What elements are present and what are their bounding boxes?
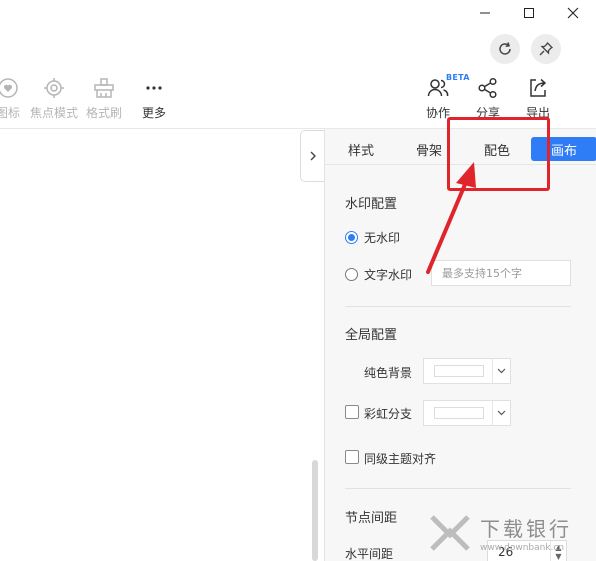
more-dots-icon: [143, 76, 165, 100]
close-icon: [567, 7, 579, 19]
pin-button[interactable]: [531, 34, 561, 64]
chevron-down-icon: [492, 359, 510, 383]
section-divider: [345, 488, 571, 489]
radio-label: 无水印: [364, 231, 401, 245]
toolbar-export-button[interactable]: 导出: [508, 76, 568, 121]
section-divider: [345, 306, 571, 307]
no-watermark-radio[interactable]: 无水印: [345, 229, 400, 246]
radio-checked: [345, 231, 358, 244]
color-swatch: [434, 407, 484, 419]
refresh-button[interactable]: [490, 34, 520, 64]
focus-target-icon: [43, 76, 65, 100]
toolbar-label: 焦点模式: [29, 106, 78, 120]
horizontal-spacing-label: 水平间距: [345, 547, 394, 561]
site-watermark: 下载银行 www.downbank.cn: [428, 513, 572, 553]
refresh-icon: [499, 42, 511, 55]
export-icon: [527, 76, 549, 100]
site-url: www.downbank.cn: [480, 543, 565, 553]
panel-collapse-button[interactable]: [300, 130, 325, 182]
align-siblings-label: 同级主题对齐: [364, 452, 437, 466]
minimize-icon: [480, 12, 490, 14]
minimize-button[interactable]: [462, 0, 508, 26]
rainbow-branch-label: 彩虹分支: [364, 407, 413, 421]
close-button[interactable]: [550, 0, 596, 26]
chevron-right-icon: [310, 151, 316, 161]
tab-skeleton[interactable]: 骨架: [413, 138, 445, 160]
heart-circle-icon: [0, 76, 19, 100]
color-swatch: [434, 365, 484, 377]
global-section-title: 全局配置: [345, 328, 398, 343]
format-brush-icon: [93, 76, 115, 100]
site-name: 下载银行: [480, 517, 572, 541]
annotation-highlight-box: [447, 117, 550, 191]
toolbar-label: 图标: [0, 106, 20, 120]
radio-unchecked: [345, 268, 358, 281]
pin-icon: [539, 41, 554, 56]
settings-panel: 样式 骨架 配色 画布 水印配置 无水印 文字水印 全局配置 纯色背景 彩虹分支…: [324, 129, 596, 561]
text-watermark-radio[interactable]: 文字水印: [345, 266, 412, 283]
watermark-section-title: 水印配置: [345, 197, 398, 212]
solid-bg-label: 纯色背景: [364, 366, 413, 380]
watermark-text-input[interactable]: [431, 260, 571, 286]
maximize-icon: [524, 8, 534, 18]
solid-bg-color-picker[interactable]: [423, 358, 511, 384]
share-icon: [477, 76, 499, 100]
chevron-down-icon: [492, 401, 510, 425]
toolbar-more-button[interactable]: 更多: [124, 76, 184, 121]
rainbow-color-picker[interactable]: [423, 400, 511, 426]
align-siblings-checkbox[interactable]: [345, 450, 359, 464]
radio-label: 文字水印: [364, 268, 413, 282]
toolbar-label: 格式刷: [85, 106, 122, 120]
tab-style[interactable]: 样式: [345, 138, 377, 160]
toolbar-label: 更多: [141, 106, 166, 120]
site-logo-icon: [430, 515, 470, 551]
spacing-section-title: 节点间距: [345, 511, 398, 526]
maximize-button[interactable]: [506, 0, 552, 26]
rainbow-branch-checkbox[interactable]: [345, 405, 359, 419]
canvas-scrollbar[interactable]: [312, 460, 318, 561]
